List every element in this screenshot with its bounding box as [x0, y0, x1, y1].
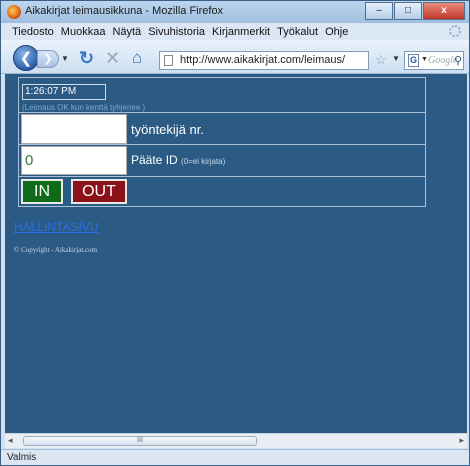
home-icon[interactable]: ⌂ — [132, 48, 142, 68]
terminal-id-label: Pääte ID (0=ei kirjata) — [131, 153, 225, 167]
menu-tiedosto[interactable]: Tiedosto — [12, 26, 54, 38]
close-button[interactable]: x — [423, 2, 465, 20]
menu-nayta[interactable]: Näytä — [112, 26, 141, 38]
menu-ohje[interactable]: Ohje — [325, 26, 348, 38]
scrollbar-thumb[interactable]: III — [23, 436, 257, 446]
url-dropdown-icon[interactable]: ▼ — [392, 54, 400, 63]
address-bar[interactable]: http://www.aikakirjat.com/leimaus/ — [159, 51, 369, 70]
clock-in-button[interactable]: IN — [21, 179, 63, 204]
clock-in-form: 1:26:07 PM (Leimaus OK kun kenttä tyhjen… — [18, 77, 426, 207]
admin-page-link[interactable]: HALLINTASIVU — [14, 220, 98, 234]
status-bar: Valmis — [1, 449, 469, 465]
activity-throbber-icon — [449, 25, 461, 37]
back-button[interactable]: ❮ — [13, 45, 39, 71]
terminal-id-input[interactable]: 0 — [21, 146, 127, 175]
menu-bar: Tiedosto Muokkaa Näytä Sivuhistoria Kirj… — [1, 23, 469, 40]
employee-number-input[interactable] — [21, 114, 127, 144]
maximize-button[interactable]: □ — [394, 2, 422, 20]
browser-window: Aikakirjat leimausikkuna - Mozilla Firef… — [0, 0, 470, 466]
form-divider — [19, 144, 425, 145]
engine-dropdown-icon[interactable]: ▼ — [421, 56, 428, 63]
title-bar: Aikakirjat leimausikkuna - Mozilla Firef… — [1, 1, 469, 23]
menu-kirjanmerkit[interactable]: Kirjanmerkit — [212, 26, 270, 38]
status-text: Valmis — [7, 452, 37, 463]
google-engine-icon[interactable]: G — [408, 54, 419, 67]
scroll-left-icon[interactable]: ◂ — [8, 435, 13, 446]
page-icon — [164, 55, 173, 66]
window-title: Aikakirjat leimausikkuna - Mozilla Firef… — [25, 5, 224, 17]
copyright-text: © Copyright - Aikakirjat.com — [14, 246, 98, 254]
clock-display: 1:26:07 PM — [22, 84, 106, 100]
window-controls: – □ x — [364, 2, 465, 20]
scroll-right-icon[interactable]: ▸ — [459, 435, 464, 446]
clock-out-button[interactable]: OUT — [71, 179, 127, 204]
terminal-id-note: (0=ei kirjata) — [181, 157, 226, 166]
form-divider — [19, 112, 425, 113]
stamp-hint: (Leimaus OK kun kenttä tyhjenee ) — [22, 103, 146, 112]
bookmark-star-icon[interactable]: ☆ — [375, 52, 387, 68]
menu-sivuhistoria[interactable]: Sivuhistoria — [148, 26, 205, 38]
history-dropdown-icon[interactable]: ▼ — [61, 54, 69, 63]
reload-icon[interactable]: ↻ — [79, 48, 94, 69]
firefox-icon — [7, 5, 21, 19]
minimize-button[interactable]: – — [365, 2, 393, 20]
search-go-icon[interactable]: ⚲ — [454, 54, 462, 67]
horizontal-scrollbar[interactable]: ◂ III ▸ — [5, 433, 467, 448]
menu-tyokalut[interactable]: Työkalut — [277, 26, 318, 38]
stop-icon[interactable]: ✕ — [105, 48, 120, 69]
form-divider — [19, 176, 425, 177]
menu-muokkaa[interactable]: Muokkaa — [61, 26, 106, 38]
employee-number-label: työntekijä nr. — [131, 122, 204, 137]
terminal-id-label-text: Pääte ID — [131, 153, 178, 167]
page-content: 1:26:07 PM (Leimaus OK kun kenttä tyhjen… — [5, 74, 467, 433]
navigation-toolbar: ❮ ❯ ▼ ↻ ✕ ⌂ http://www.aikakirjat.com/le… — [1, 40, 469, 74]
address-url: http://www.aikakirjat.com/leimaus/ — [180, 54, 346, 66]
forward-button[interactable]: ❯ — [37, 50, 59, 68]
